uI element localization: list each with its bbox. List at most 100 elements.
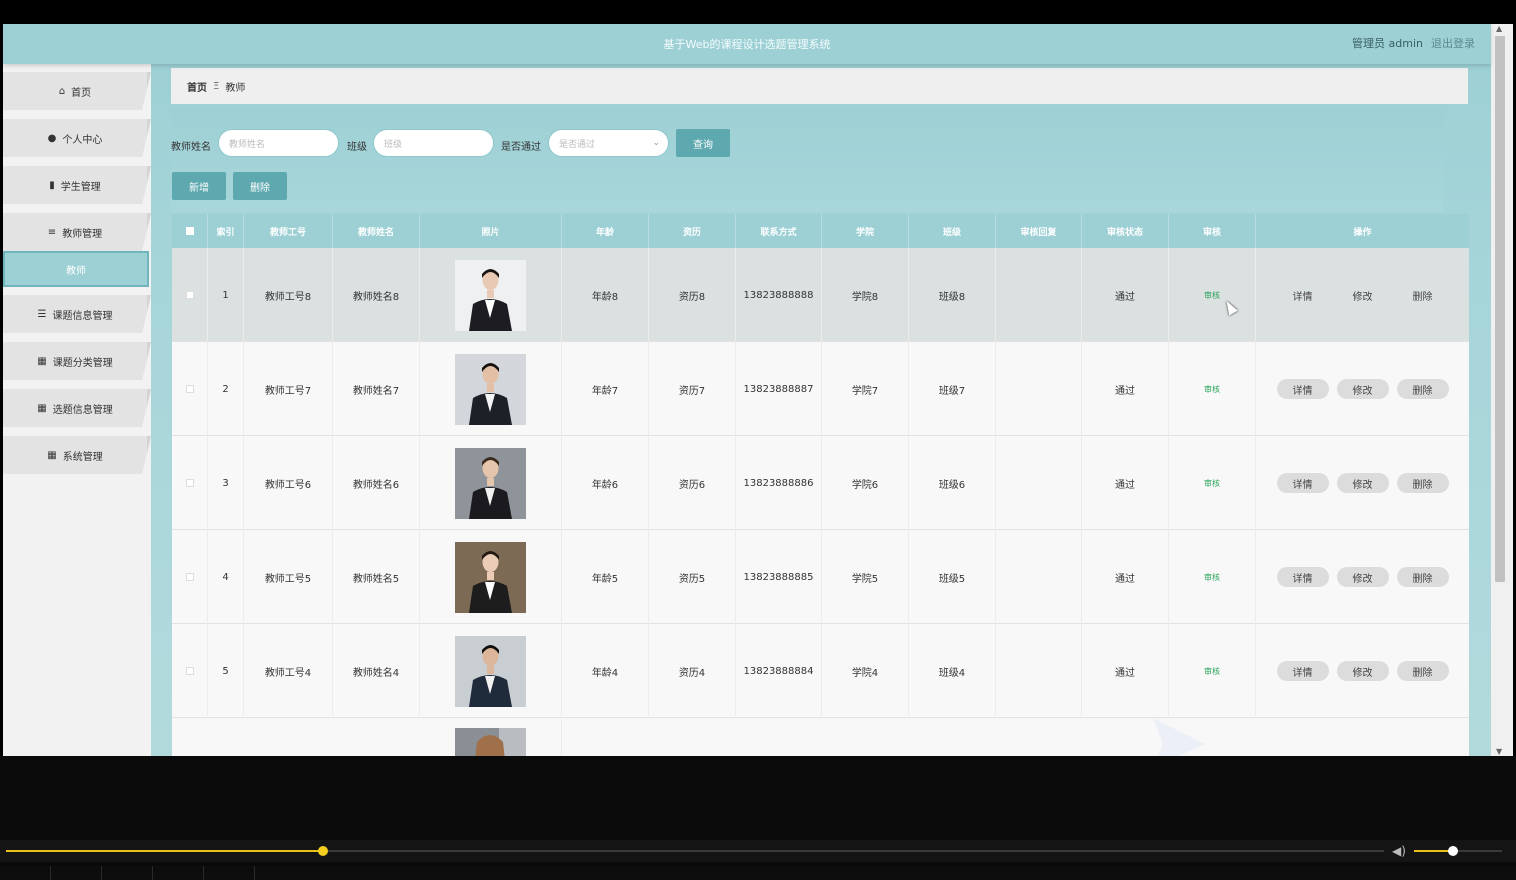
detail-button[interactable]: 详情 [1276,379,1329,399]
sidebar-item-topic-category[interactable]: ▦ 课题分类管理 [3,342,151,380]
table-header: 索引 教师工号 教师姓名 照片 年龄 资历 联系方式 学院 班级 审核回复 审核… [172,214,1469,248]
volume-icon[interactable]: ◀) [1392,844,1406,858]
add-button[interactable]: 新增 [172,172,226,200]
college-cell: 学院4 [822,624,909,718]
teacher-id-cell: 教师工号7 [244,342,333,436]
logout-link[interactable]: 退出登录 [1431,35,1475,51]
sidebar-item-profile[interactable]: ● 个人中心 [3,119,151,157]
screen: 基于Web的课程设计选题管理系统 管理员 admin 退出登录 ⌂ 首页 ● 个… [0,0,1516,880]
passed-select[interactable]: 是否通过 ⌄ [548,129,669,157]
delete-button[interactable]: 删除 [1396,567,1449,587]
sidebar-item-label: 首页 [71,87,92,99]
row-checkbox[interactable] [185,667,194,675]
sliders-icon: ☰ [37,308,47,320]
delete-button[interactable]: 删除 [1396,473,1449,493]
actions-cell: 详情 修改 删除 [1256,248,1469,342]
audit-status-cell: 通过 [1082,248,1169,342]
college-cell: 学院5 [822,530,909,624]
edit-button[interactable]: 修改 [1337,285,1389,305]
scroll-thumb[interactable] [1495,36,1505,582]
audit-link[interactable]: 审核 [1204,478,1220,489]
teacher-photo [455,447,526,519]
detail-button[interactable]: 详情 [1277,285,1329,305]
progress-knob[interactable] [318,846,328,856]
query-button[interactable]: 查询 [676,129,730,157]
breadcrumb-home[interactable]: 首页 [187,79,207,94]
index-cell: 2 [208,342,244,436]
sidebar-item-label: 教师 [66,265,86,277]
row-select-cell [172,342,208,436]
audit-cell: 审核 [1169,248,1256,342]
sidebar-subitem-teacher[interactable]: 教师 [3,251,149,287]
header-college: 学院 [822,214,909,248]
header-photo: 照片 [420,214,562,248]
sidebar-item-label: 学生管理 [60,181,101,193]
vertical-scrollbar[interactable]: ▲ ▼ [1491,24,1513,756]
table-row: 4 教师工号5 教师姓名5 年龄5 资历5 13823888885 学院5 班级5 通过 审核 详情… [172,530,1469,624]
sidebar-item-label: 选题信息管理 [52,404,113,416]
row-checkbox[interactable] [185,479,194,487]
photo-cell [420,624,562,718]
watermark-logo-icon [1153,718,1205,756]
strip-divider [152,866,153,880]
chevron-down-icon: ⌄ [652,138,660,148]
header-contact: 联系方式 [736,214,822,248]
scroll-down-icon[interactable]: ▼ [1496,747,1502,756]
row-checkbox[interactable] [185,385,194,393]
edit-button[interactable]: 修改 [1336,473,1389,493]
detail-button[interactable]: 详情 [1276,567,1329,587]
header-teacher-id: 教师工号 [244,214,333,248]
delete-button[interactable]: 删除 [1396,379,1449,399]
sidebar-item-system[interactable]: ▦ 系统管理 [3,436,151,474]
class-input[interactable]: 班级 [373,129,494,157]
edit-button[interactable]: 修改 [1336,379,1389,399]
delete-button[interactable]: 删除 [1397,285,1449,305]
audit-link[interactable]: 审核 [1204,384,1220,395]
sidebar-item-selection-info[interactable]: ▦ 选题信息管理 [3,389,151,427]
teacher-id-cell: 教师工号4 [244,624,333,718]
teacher-photo [455,728,526,756]
photo-cell [420,248,562,342]
table-row: 2 教师工号7 教师姓名7 年龄7 资历7 13823888887 学院7 班级7 通过 审核 详情… [172,342,1469,436]
college-cell: 学院7 [822,342,909,436]
header-audit-reply: 审核回复 [996,214,1082,248]
audit-reply-cell [996,530,1082,624]
scroll-up-icon[interactable]: ▲ [1496,24,1502,33]
grid-icon: ▦ [37,402,47,414]
edit-button[interactable]: 修改 [1336,567,1389,587]
row-checkbox[interactable] [185,291,194,299]
sidebar-item-teachers[interactable]: ≡ 教师管理 [3,213,151,251]
audit-link[interactable]: 审核 [1204,666,1220,677]
volume-knob[interactable] [1448,846,1458,856]
bottom-strip [0,866,1516,880]
audit-link[interactable]: 审核 [1204,572,1220,583]
delete-button[interactable]: 删除 [1396,661,1449,681]
detail-button[interactable]: 详情 [1276,473,1329,493]
strip-divider [101,866,102,880]
age-cell: 年龄4 [562,624,649,718]
grid-icon: ▦ [37,355,47,367]
header-teacher-name: 教师姓名 [333,214,420,248]
row-checkbox[interactable] [185,573,194,581]
select-all-checkbox[interactable] [185,227,194,235]
photo-cell [420,720,562,756]
sidebar-item-students[interactable]: ▮ 学生管理 [3,166,151,204]
table-row: 5 教师工号4 教师姓名4 年龄4 资历4 13823888884 学院4 班级4 通过 审核 详情… [172,624,1469,718]
top-letterbox [0,0,1516,24]
class-cell: 班级4 [909,624,996,718]
photo-cell [420,530,562,624]
audit-cell: 审核 [1169,436,1256,530]
audit-link[interactable]: 审核 [1204,290,1220,301]
teacher-name-label: 教师姓名 [171,142,211,153]
index-cell: 5 [208,624,244,718]
sidebar-item-topic-info[interactable]: ☰ 课题信息管理 [3,295,151,333]
detail-button[interactable]: 详情 [1276,661,1329,681]
edit-button[interactable]: 修改 [1336,661,1389,681]
home-icon: ⌂ [58,85,66,97]
class-cell: 班级7 [909,342,996,436]
sidebar-item-home[interactable]: ⌂ 首页 [3,72,151,110]
photo-cell [420,342,562,436]
teacher-name-input[interactable]: 教师姓名 [218,129,339,157]
audit-cell: 审核 [1169,342,1256,436]
batch-delete-button[interactable]: 删除 [233,172,287,200]
